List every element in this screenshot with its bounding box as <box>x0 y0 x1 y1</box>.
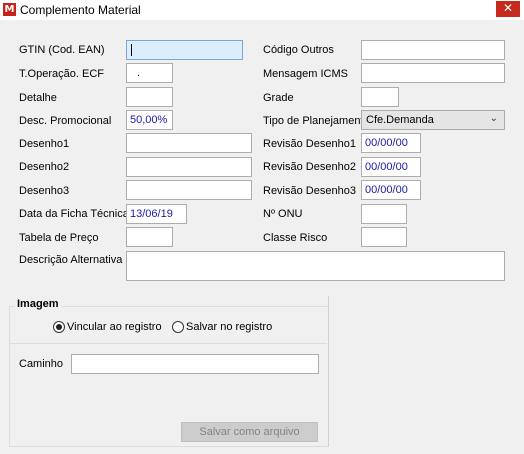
title-bar: M Complemento Material ✕ <box>0 0 524 20</box>
descricao-alternativa-input[interactable] <box>126 251 505 281</box>
detalhe-input[interactable] <box>126 87 173 107</box>
imagem-group-title: Imagem <box>15 298 61 310</box>
codigo-outros-label: Código Outros <box>263 44 334 56</box>
revisao-desenho1-input[interactable]: 00/00/00 <box>361 133 421 153</box>
tipo-planejamento-label: Tipo de Planejamento <box>263 115 370 127</box>
group-separator <box>9 343 327 344</box>
close-icon[interactable]: ✕ <box>503 1 513 15</box>
desenho1-label: Desenho1 <box>19 138 70 150</box>
tabela-preco-input[interactable] <box>126 227 173 247</box>
revisao-desenho2-label: Revisão Desenho2 <box>263 161 356 173</box>
caminho-label: Caminho <box>19 358 64 370</box>
close-button[interactable]: ✕ <box>496 1 520 17</box>
desenho2-label: Desenho2 <box>19 161 70 173</box>
classe-risco-label: Classe Risco <box>263 232 328 244</box>
grade-input[interactable] <box>361 87 399 107</box>
desenho1-input[interactable] <box>126 133 252 153</box>
caminho-input[interactable] <box>71 354 319 374</box>
mensagem-icms-input[interactable] <box>361 63 505 83</box>
data-ficha-tecnica-label: Data da Ficha Técnica <box>19 208 129 220</box>
n-onu-label: Nº ONU <box>263 208 303 220</box>
revisao-desenho3-label: Revisão Desenho3 <box>263 185 356 197</box>
data-ficha-tecnica-input[interactable]: 13/06/19 <box>126 204 187 224</box>
desenho2-input[interactable] <box>126 157 252 177</box>
app-logo-icon: M <box>3 3 16 16</box>
t-operacao-label: T.Operação. ECF <box>19 68 104 80</box>
mensagem-icms-label: Mensagem ICMS <box>263 68 348 80</box>
revisao-desenho2-input[interactable]: 00/00/00 <box>361 157 421 177</box>
radio-vincular[interactable] <box>53 321 65 333</box>
text-caret <box>131 44 132 56</box>
tabela-preco-label: Tabela de Preço <box>19 232 99 244</box>
classe-risco-input[interactable] <box>361 227 407 247</box>
radio-salvar[interactable] <box>172 321 184 333</box>
gtin-input[interactable] <box>126 40 243 60</box>
chevron-down-icon[interactable]: ⌄ <box>490 113 498 124</box>
grade-label: Grade <box>263 92 294 104</box>
desenho3-input[interactable] <box>126 180 252 200</box>
tipo-planejamento-value: Cfe.Demanda <box>366 114 434 126</box>
revisao-desenho3-input[interactable]: 00/00/00 <box>361 180 421 200</box>
revisao-desenho1-label: Revisão Desenho1 <box>263 138 356 150</box>
descricao-alternativa-label: Descrição Alternativa <box>19 254 123 266</box>
desc-promocional-label: Desc. Promocional <box>19 115 112 127</box>
gtin-label: GTIN (Cod. EAN) <box>19 44 105 56</box>
radio-vincular-label[interactable]: Vincular ao registro <box>67 321 162 333</box>
group-border-bottom <box>9 446 328 447</box>
window-title: Complemento Material <box>20 3 141 17</box>
desenho3-label: Desenho3 <box>19 185 70 197</box>
t-operacao-input[interactable]: . <box>126 63 173 83</box>
radio-selected-dot <box>56 324 62 330</box>
detalhe-label: Detalhe <box>19 92 57 104</box>
salvar-como-arquivo-button[interactable]: Salvar como arquivo <box>181 422 318 442</box>
desc-promocional-input[interactable]: 50,00% <box>126 110 173 130</box>
radio-salvar-label[interactable]: Salvar no registro <box>186 321 272 333</box>
tipo-planejamento-select[interactable]: Cfe.Demanda ⌄ <box>361 110 505 130</box>
codigo-outros-input[interactable] <box>361 40 505 60</box>
n-onu-input[interactable] <box>361 204 407 224</box>
image-panel-divider <box>328 296 329 447</box>
group-border-left <box>9 306 10 447</box>
